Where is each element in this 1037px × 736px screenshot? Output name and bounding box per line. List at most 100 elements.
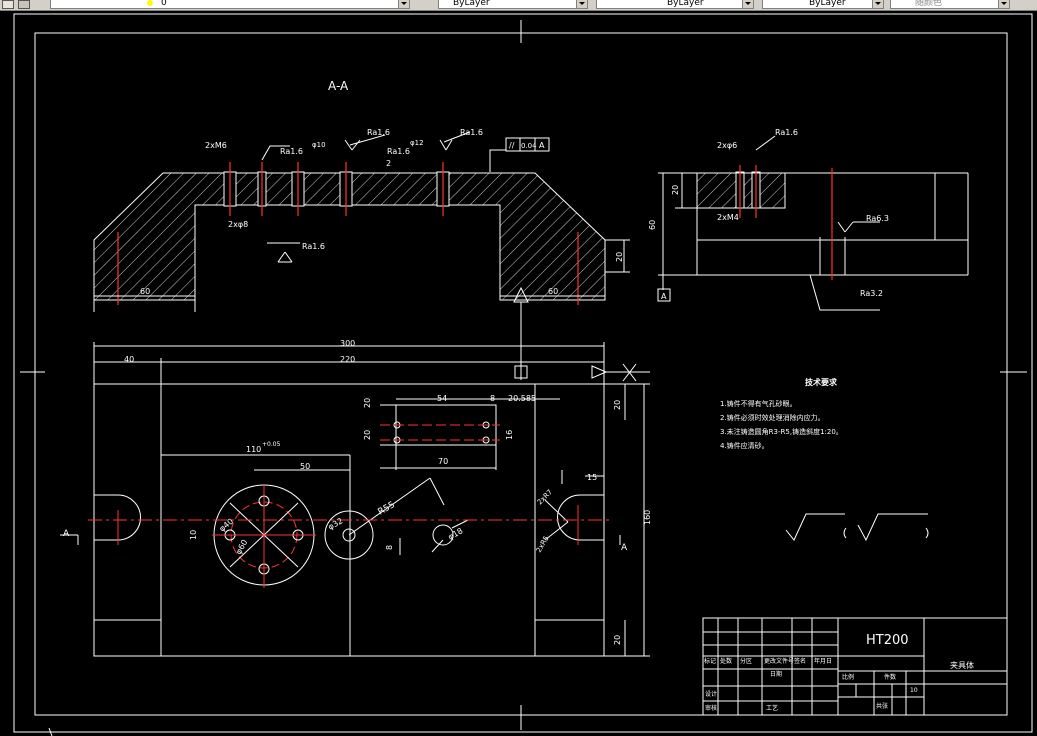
- tech-title: 技术要求: [805, 377, 838, 387]
- plotstyle-dropdown-arrow[interactable]: [998, 0, 1009, 8]
- dim-20-bottom: 20: [613, 635, 622, 645]
- dim-160: 160: [643, 510, 652, 525]
- dim-20-slot-a: 20: [363, 398, 372, 408]
- note-2xm4: 2xM4: [717, 213, 739, 222]
- tb-qty-label: 件数: [884, 673, 896, 681]
- tb-date: 日期: [770, 670, 782, 678]
- dim-220: 220: [340, 355, 355, 364]
- dim-16: 16: [505, 430, 514, 440]
- flatness-value: 0.04: [521, 142, 537, 150]
- ra-1-6-c: Ra1.6: [387, 147, 410, 156]
- ra-1-6-a: Ra1.6: [280, 147, 303, 156]
- color-dropdown-arrow[interactable]: [576, 0, 587, 8]
- layer-manager-icon[interactable]: [2, 0, 14, 9]
- dim-20-top: 20: [613, 400, 622, 410]
- dim-20-section: 20: [615, 252, 624, 262]
- layer-dropdown-arrow[interactable]: [398, 0, 409, 8]
- section-view-aa: 60 60 20 2xM6 2xφ8 φ10 φ12 Ra1.6 Ra1.6 R…: [93, 128, 630, 312]
- dim-40: 40: [124, 355, 134, 364]
- layer-combo[interactable]: 0: [50, 0, 410, 9]
- drawing-canvas[interactable]: A-A 60 60 20 2xM6 2xφ8 φ10 φ12 Ra1.6 Ra1…: [0, 11, 1037, 736]
- tb-row-label-2: 处数: [720, 657, 732, 665]
- plan-view: 300 220 40 54 8 20.585 70 50 110 +0.05 1…: [60, 339, 652, 657]
- layer-bulb-icon: [147, 0, 153, 6]
- radius-r55: R55: [377, 500, 397, 518]
- tb-ratio-label: 比例: [842, 673, 854, 681]
- section-mark-left: A: [63, 529, 70, 539]
- ra-6-3: Ra6.3: [866, 214, 889, 223]
- tb-footer-checker: 审核: [705, 704, 717, 712]
- tb-sheet-label: 共张: [876, 702, 888, 710]
- tb-row-label-5: 签名: [794, 657, 806, 665]
- layer-name: 0: [161, 0, 167, 8]
- plotstyle-combo-value: 随颜色: [915, 0, 943, 8]
- section-mark-right: A: [621, 543, 628, 553]
- dim-60-side: 60: [648, 220, 657, 230]
- dim-70: 70: [438, 457, 448, 466]
- tech-note-1: 1.铸件不得有气孔砂眼。: [720, 399, 797, 408]
- dim-300: 300: [340, 339, 355, 348]
- layer-state-icon[interactable]: [18, 0, 30, 9]
- dim-60-left: 60: [140, 287, 150, 296]
- ra-1-6-b: Ra1.6: [367, 128, 390, 137]
- ra-3-2: Ra3.2: [860, 289, 883, 298]
- sheet-frame: [13, 13, 1033, 733]
- dia-phi18: φ18: [447, 526, 465, 542]
- side-view: 60 20 A 2xφ6 2xM4 Ra1.6 Ra6.3 Ra3.2: [648, 128, 969, 311]
- dim-8-plan: 8: [385, 545, 394, 550]
- linetype-combo[interactable]: ByLayer: [596, 0, 754, 9]
- part-name: 夹具体: [950, 660, 974, 670]
- dim-2: 2: [386, 159, 391, 168]
- note-2xr7: 2xR7: [536, 488, 554, 506]
- lineweight-combo[interactable]: ByLayer: [762, 0, 884, 9]
- tb-footer-process: 工艺: [766, 704, 778, 712]
- tb-row-label-4: 更改文件号: [764, 657, 794, 665]
- tech-requirements: 技术要求 1.铸件不得有气孔砂眼。 2.铸件必须时效处理消除内应力。 3.未注铸…: [720, 377, 843, 450]
- ra-1-6-side: Ra1.6: [775, 128, 798, 137]
- tech-note-4: 4.铸件应清砂。: [720, 441, 769, 450]
- plotstyle-combo[interactable]: 随颜色: [890, 0, 1010, 9]
- section-label: A-A: [328, 79, 349, 93]
- note-2xphi6: 2xφ6: [717, 141, 737, 150]
- tech-note-3: 3.未注铸造圆角R3-R5,铸造斜度1:20。: [720, 427, 843, 436]
- note-phi10: φ10: [312, 141, 326, 149]
- datum-a-arrow: [513, 286, 529, 380]
- tb-footer-designer: 设计: [705, 690, 717, 698]
- flatness-datum: A: [539, 141, 545, 150]
- tb-count-value: 10: [910, 687, 918, 694]
- datum-a-side: A: [661, 292, 667, 301]
- linetype-combo-value: ByLayer: [667, 0, 704, 8]
- tech-note-2: 2.铸件必须时效处理消除内应力。: [720, 413, 825, 422]
- roughness-general-symbols: [785, 513, 929, 542]
- dim-20-slot-b: 20: [363, 430, 372, 440]
- material-label: HT200: [866, 633, 909, 648]
- flatness-symbol: //: [509, 141, 515, 150]
- properties-toolbar: 0 ByLayer ByLayer ByLayer 随颜色: [0, 0, 1037, 11]
- note-2xm6: 2xM6: [205, 141, 227, 150]
- dim-20-side: 20: [671, 185, 680, 195]
- dim-54: 54: [437, 394, 447, 403]
- linetype-dropdown-arrow[interactable]: [742, 0, 753, 8]
- tb-row-label-6: 年月日: [814, 657, 832, 665]
- dim-8: 8: [490, 394, 495, 403]
- dim-20-585: 20.585: [508, 394, 536, 403]
- dim-110-tolerance: +0.05: [262, 441, 281, 448]
- ra-1-6-d: Ra1.6: [460, 128, 483, 137]
- note-phi12: φ12: [410, 139, 424, 147]
- tb-row-label-1: 标记: [704, 657, 716, 665]
- lineweight-combo-value: ByLayer: [809, 0, 846, 8]
- dim-15: 15: [587, 473, 597, 482]
- lineweight-dropdown-arrow[interactable]: [872, 0, 883, 8]
- ra-1-6-e: Ra1.6: [302, 242, 325, 251]
- note-2xphi8: 2xφ8: [228, 220, 248, 229]
- dim-10: 10: [189, 530, 198, 540]
- color-combo-value: ByLayer: [453, 0, 490, 8]
- dia-phi32: φ32: [327, 516, 345, 532]
- dim-110: 110: [246, 445, 261, 454]
- dia-phi60: φ60: [234, 538, 250, 556]
- dim-50: 50: [300, 462, 310, 471]
- color-combo[interactable]: ByLayer: [438, 0, 588, 9]
- note-2xr5: 2xR5: [535, 534, 551, 554]
- tb-row-label-3: 分区: [740, 657, 752, 665]
- dim-60-right: 60: [548, 287, 558, 296]
